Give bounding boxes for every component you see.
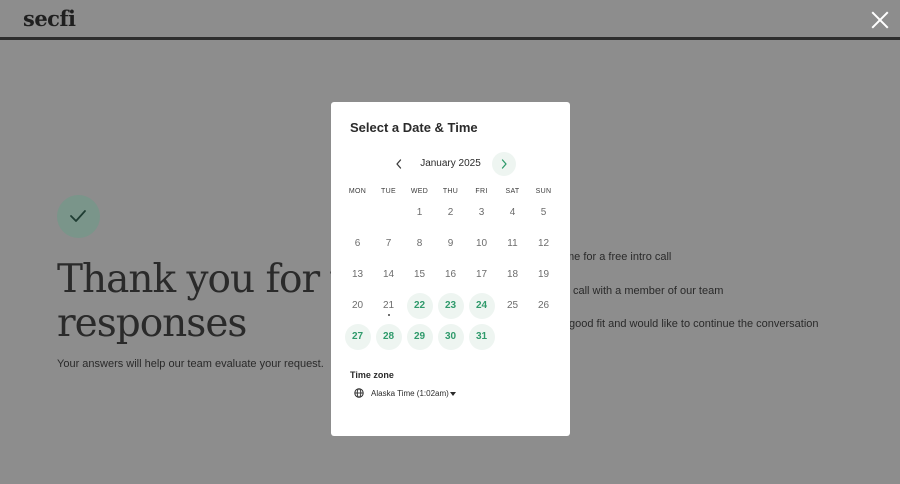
weekday-label: FRI	[475, 188, 488, 195]
calendar-day: 5	[540, 207, 547, 218]
calendar-day: 12	[537, 238, 550, 249]
calendar-day-available[interactable]: 22	[406, 293, 433, 319]
weekday-label: THU	[442, 188, 459, 195]
calendar-day: 9	[447, 238, 454, 249]
timezone-label: Time zone	[350, 370, 394, 380]
calendar-day-available[interactable]: 31	[468, 324, 495, 350]
calendar-day: 18	[506, 269, 519, 280]
page-title: Thank you for your responses	[57, 257, 417, 346]
calendar-day: 6	[354, 238, 361, 249]
next-month-button[interactable]	[492, 152, 516, 176]
today-indicator	[387, 314, 390, 316]
top-bar: secfi	[0, 0, 900, 40]
calendar-day: 4	[509, 207, 516, 218]
calendar-day-available[interactable]: 24	[468, 293, 495, 319]
calendar-day: 13	[351, 269, 364, 280]
weekday-label: WED	[410, 188, 429, 195]
weekday-label: TUE	[381, 188, 396, 195]
calendar-day-available[interactable]: 28	[375, 324, 402, 350]
calendar-day: 10	[475, 238, 488, 249]
calendar-day: 7	[385, 238, 392, 249]
next-step-item: me for a free intro call	[565, 251, 672, 263]
calendar-day: 19	[537, 269, 550, 280]
globe-icon	[354, 388, 364, 398]
date-time-picker-modal: Select a Date & Time January 2025 MON TU…	[331, 102, 570, 436]
weekday-label: MON	[348, 188, 367, 195]
calendar-day: 1	[416, 207, 423, 218]
calendar-day: 16	[444, 269, 457, 280]
calendar-day: 26	[537, 300, 550, 311]
calendar-day: 8	[416, 238, 423, 249]
page-title-line-2: responses	[57, 301, 247, 346]
modal-title: Select a Date & Time	[350, 120, 478, 135]
calendar-day-available[interactable]: 30	[437, 324, 464, 350]
calendar-day: 15	[413, 269, 426, 280]
success-badge	[57, 195, 100, 238]
close-icon[interactable]	[870, 10, 890, 30]
calendar-day: 14	[382, 269, 395, 280]
calendar-day: 17	[475, 269, 488, 280]
calendar-day-available[interactable]: 29	[406, 324, 433, 350]
page-subtext: Your answers will help our team evaluate…	[57, 358, 324, 370]
month-navigation: January 2025	[331, 152, 570, 176]
calendar-day: 2	[447, 207, 454, 218]
checkmark-icon	[70, 210, 86, 222]
calendar-day: 21	[376, 293, 402, 319]
calendar-day: 3	[478, 207, 485, 218]
next-step-item: good fit and would like to continue the …	[569, 318, 819, 330]
timezone-value: Alaska Time (1:02am)	[371, 389, 449, 398]
page-title-line-1: Thank you for your	[57, 257, 417, 302]
logo[interactable]: secfi	[23, 6, 76, 31]
calendar-day: 25	[506, 300, 519, 311]
weekday-label: SUN	[535, 188, 552, 195]
calendar-day: 20	[351, 300, 364, 311]
calendar-day: 11	[507, 238, 518, 249]
calendar-day-available[interactable]: 23	[437, 293, 464, 319]
current-month-label: January 2025	[420, 158, 481, 169]
weekday-label: SAT	[505, 188, 520, 195]
caret-down-icon	[450, 392, 456, 396]
calendar-day-available[interactable]: 27	[344, 324, 371, 350]
next-step-item: call with a member of our team	[573, 285, 724, 297]
chevron-right-icon	[501, 159, 507, 169]
